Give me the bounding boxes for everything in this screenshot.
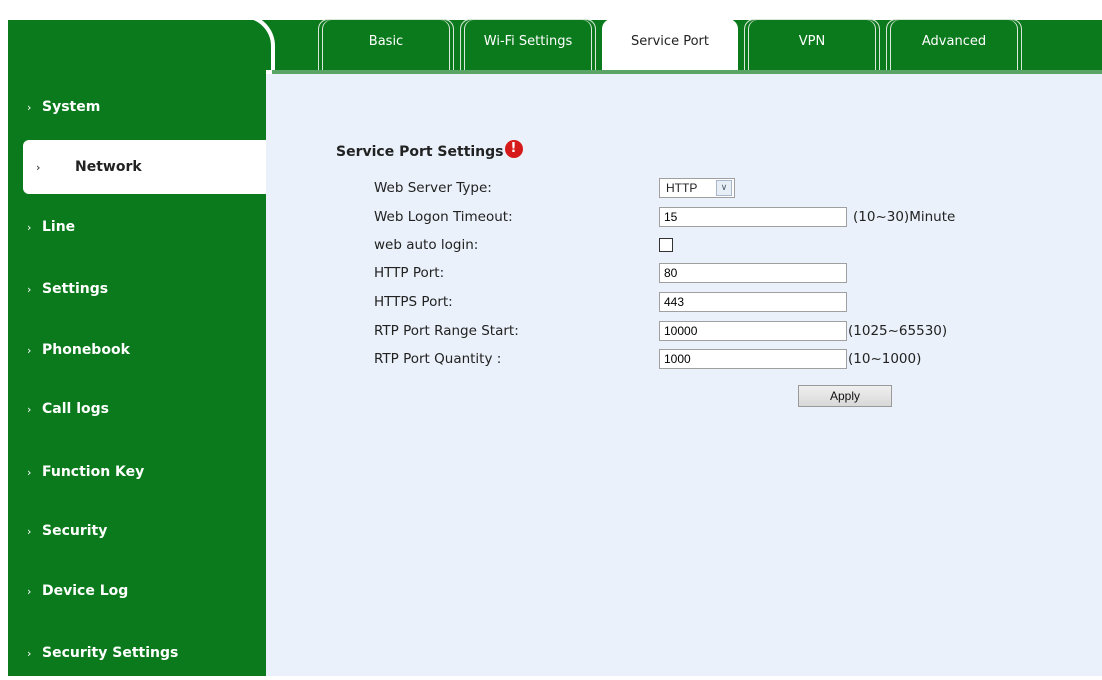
sidebar-item-label: Call logs bbox=[42, 401, 109, 417]
sidebar-item-label: System bbox=[42, 99, 101, 115]
web-server-type-select[interactable]: HTTP ∨ bbox=[659, 178, 735, 198]
row-web-auto-login: web auto login: bbox=[374, 234, 673, 256]
apply-button[interactable]: Apply bbox=[798, 385, 892, 407]
http-port-label: HTTP Port: bbox=[374, 265, 445, 281]
row-web-logon-timeout: Web Logon Timeout: (10~30)Minute bbox=[374, 206, 955, 228]
sidebar-item-line[interactable]: › Line bbox=[8, 200, 266, 254]
chevron-right-icon: › bbox=[27, 100, 32, 114]
tab-basic[interactable]: Basic bbox=[318, 19, 454, 71]
chevron-right-icon: › bbox=[27, 465, 32, 479]
chevron-right-icon: › bbox=[27, 282, 32, 296]
http-port-input[interactable] bbox=[659, 263, 847, 283]
sidebar-item-label: Line bbox=[42, 219, 76, 235]
https-port-input[interactable] bbox=[659, 292, 847, 312]
web-logon-timeout-input[interactable] bbox=[659, 207, 847, 227]
tab-wifi-settings[interactable]: Wi-Fi Settings bbox=[460, 19, 596, 71]
rtp-port-quantity-label: RTP Port Quantity : bbox=[374, 351, 502, 367]
web-auto-login-label: web auto login: bbox=[374, 237, 479, 253]
chevron-down-icon: ∨ bbox=[716, 180, 732, 196]
chevron-right-icon: › bbox=[27, 524, 32, 538]
tab-service-port[interactable]: Service Port bbox=[602, 19, 738, 71]
sidebar-item-system[interactable]: › System bbox=[8, 80, 266, 134]
sidebar: › System › Network › Line › Settings › P… bbox=[8, 70, 274, 676]
section-title: Service Port Settings ! bbox=[336, 140, 523, 160]
sidebar-item-security-settings[interactable]: › Security Settings bbox=[8, 626, 266, 680]
web-server-type-value: HTTP bbox=[666, 181, 698, 195]
chevron-right-icon: › bbox=[27, 343, 32, 357]
web-logon-timeout-hint: (10~30)Minute bbox=[853, 209, 956, 225]
chevron-right-icon: › bbox=[27, 402, 32, 416]
sidebar-item-phonebook[interactable]: › Phonebook bbox=[8, 323, 266, 377]
rtp-port-start-input[interactable] bbox=[659, 321, 847, 341]
chevron-right-icon: › bbox=[27, 646, 32, 660]
sidebar-item-label: Function Key bbox=[42, 464, 145, 480]
https-port-label: HTTPS Port: bbox=[374, 294, 453, 310]
tab-advanced[interactable]: Advanced bbox=[886, 19, 1022, 71]
sidebar-item-device-log[interactable]: › Device Log bbox=[8, 564, 266, 618]
section-title-text: Service Port Settings bbox=[336, 144, 504, 160]
row-web-server-type: Web Server Type: HTTP ∨ bbox=[374, 177, 735, 199]
sidebar-item-function-key[interactable]: › Function Key bbox=[8, 445, 266, 499]
sidebar-item-label: Security bbox=[42, 523, 108, 539]
web-auto-login-checkbox[interactable] bbox=[659, 238, 673, 252]
rtp-port-start-hint: (1025~65530) bbox=[848, 323, 948, 339]
main-content: Service Port Settings ! Web Server Type:… bbox=[266, 74, 1102, 676]
row-http-port: HTTP Port: bbox=[374, 262, 847, 284]
row-rtp-port-start: RTP Port Range Start: (1025~65530) bbox=[374, 320, 947, 342]
header-curve bbox=[0, 14, 275, 74]
row-rtp-port-quantity: RTP Port Quantity : (10~1000) bbox=[374, 348, 921, 370]
sidebar-item-label: Phonebook bbox=[42, 342, 130, 358]
sidebar-item-label: Settings bbox=[42, 281, 109, 297]
chevron-right-icon: › bbox=[27, 584, 32, 598]
sidebar-item-call-logs[interactable]: › Call logs bbox=[8, 382, 266, 436]
sidebar-item-security[interactable]: › Security bbox=[8, 504, 266, 558]
sidebar-item-settings[interactable]: › Settings bbox=[8, 262, 266, 316]
tab-vpn[interactable]: VPN bbox=[744, 19, 880, 71]
sidebar-item-network[interactable]: › Network bbox=[23, 140, 274, 194]
chevron-right-icon: › bbox=[36, 160, 41, 174]
rtp-port-start-label: RTP Port Range Start: bbox=[374, 323, 519, 339]
sidebar-item-label: Security Settings bbox=[42, 645, 179, 661]
chevron-right-icon: › bbox=[27, 220, 32, 234]
sidebar-item-label: Network bbox=[75, 159, 142, 175]
row-https-port: HTTPS Port: bbox=[374, 291, 847, 313]
web-server-type-label: Web Server Type: bbox=[374, 180, 492, 196]
warning-icon[interactable]: ! bbox=[504, 140, 523, 158]
rtp-port-quantity-hint: (10~1000) bbox=[848, 351, 922, 367]
tab-bar: Basic Wi-Fi Settings Service Port VPN Ad… bbox=[318, 19, 1022, 71]
web-logon-timeout-label: Web Logon Timeout: bbox=[374, 209, 513, 225]
sidebar-item-label: Device Log bbox=[42, 583, 129, 599]
rtp-port-quantity-input[interactable] bbox=[659, 349, 847, 369]
header: Basic Wi-Fi Settings Service Port VPN Ad… bbox=[0, 0, 1102, 74]
